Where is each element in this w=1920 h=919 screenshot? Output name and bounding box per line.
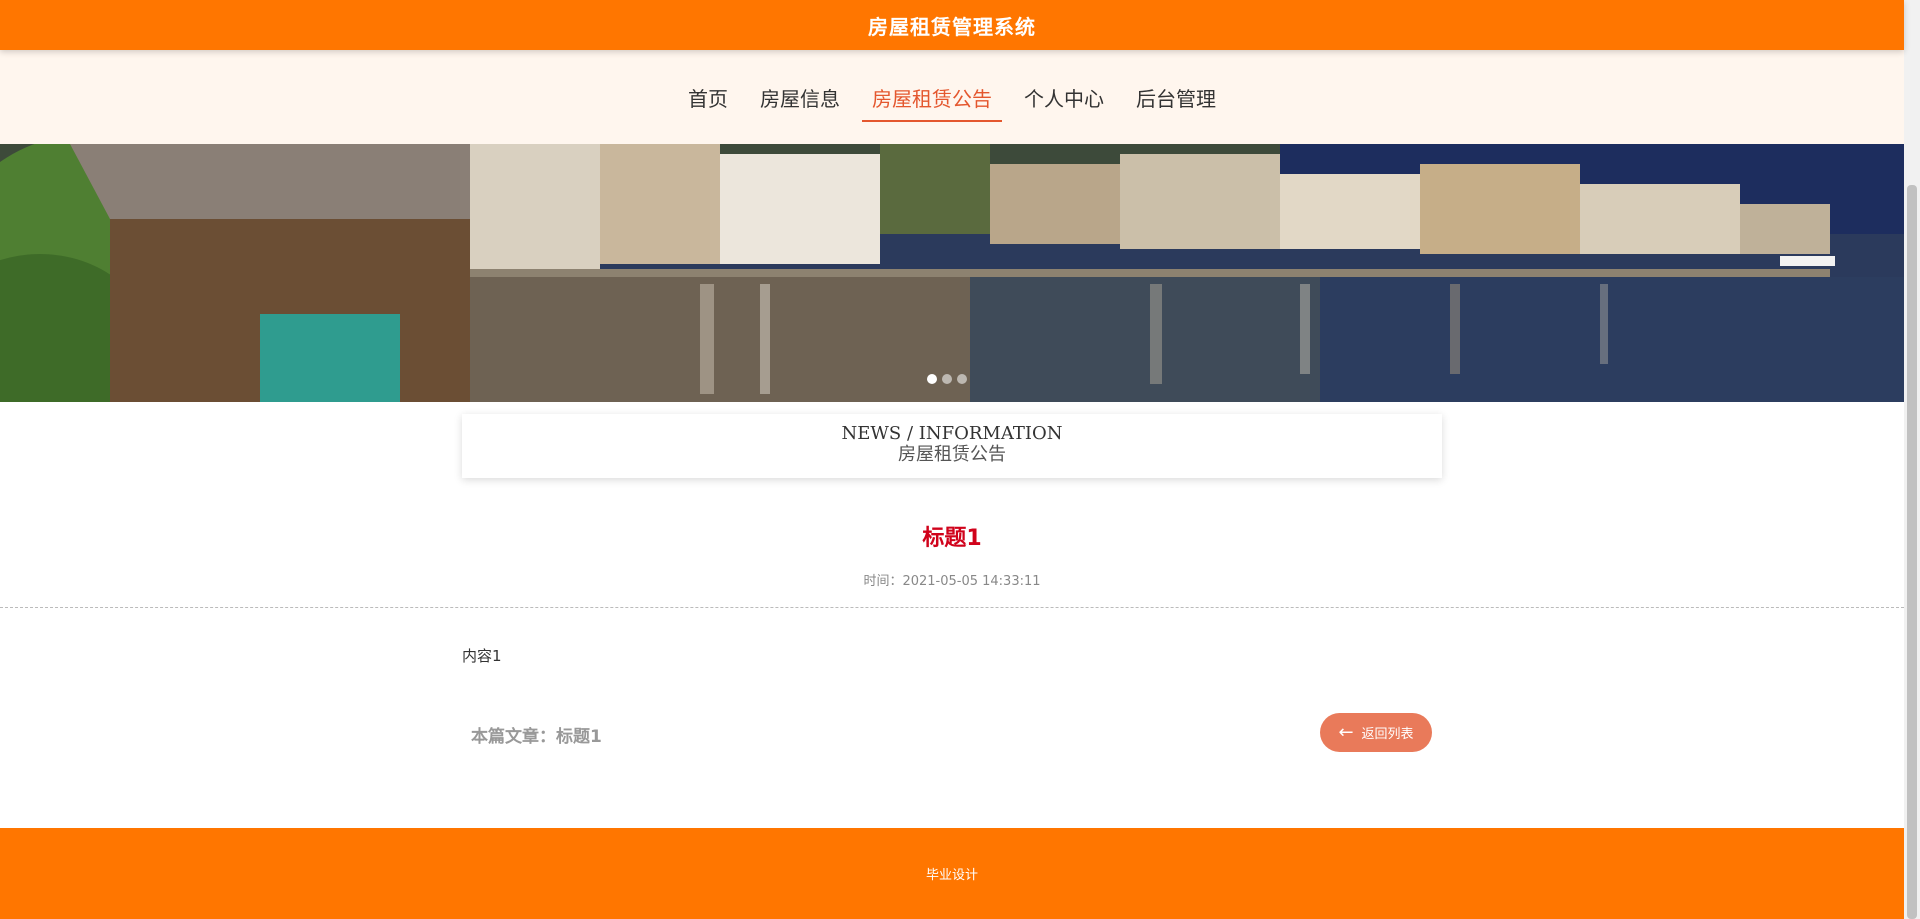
carousel-dot-3[interactable] bbox=[957, 374, 967, 384]
arrow-left-icon: ← bbox=[1338, 721, 1354, 743]
footer-text: 毕业设计 bbox=[925, 868, 978, 883]
page-scrollbar[interactable] bbox=[1904, 0, 1920, 919]
scrollbar-thumb[interactable] bbox=[1907, 185, 1917, 919]
back-to-list-button[interactable]: ← 返回列表 bbox=[1320, 713, 1432, 752]
section-title-zh: 房屋租赁公告 bbox=[898, 444, 1006, 465]
carousel-dot-1[interactable] bbox=[927, 374, 937, 384]
article-title: 标题1 bbox=[922, 526, 982, 551]
carousel-dot-2[interactable] bbox=[942, 374, 952, 384]
nav-item-house-info[interactable]: 房屋信息 bbox=[750, 78, 850, 116]
nav-item-admin[interactable]: 后台管理 bbox=[1126, 78, 1226, 116]
banner-carousel bbox=[0, 144, 1904, 402]
section-title-box: NEWS / INFORMATION 房屋租赁公告 bbox=[462, 414, 1442, 478]
nav-item-home[interactable]: 首页 bbox=[678, 78, 738, 116]
this-article-label: 本篇文章：标题1 bbox=[471, 727, 602, 747]
main-nav: 首页 房屋信息 房屋租赁公告 个人中心 后台管理 bbox=[0, 50, 1904, 144]
app-title: 房屋租赁管理系统 bbox=[868, 14, 1036, 39]
divider bbox=[0, 607, 1904, 608]
banner-image bbox=[0, 144, 1904, 402]
nav-item-rental-notice[interactable]: 房屋租赁公告 bbox=[862, 78, 1002, 122]
carousel-dots bbox=[927, 374, 967, 384]
top-header: 房屋租赁管理系统 bbox=[0, 0, 1904, 50]
article-time: 时间：2021-05-05 14:33:11 bbox=[863, 574, 1041, 589]
article-content: 内容1 bbox=[462, 647, 502, 665]
section-title-en: NEWS / INFORMATION bbox=[841, 423, 1063, 444]
footer: 毕业设计 bbox=[0, 828, 1904, 919]
nav-item-personal-center[interactable]: 个人中心 bbox=[1014, 78, 1114, 116]
back-to-list-label: 返回列表 bbox=[1361, 727, 1414, 742]
